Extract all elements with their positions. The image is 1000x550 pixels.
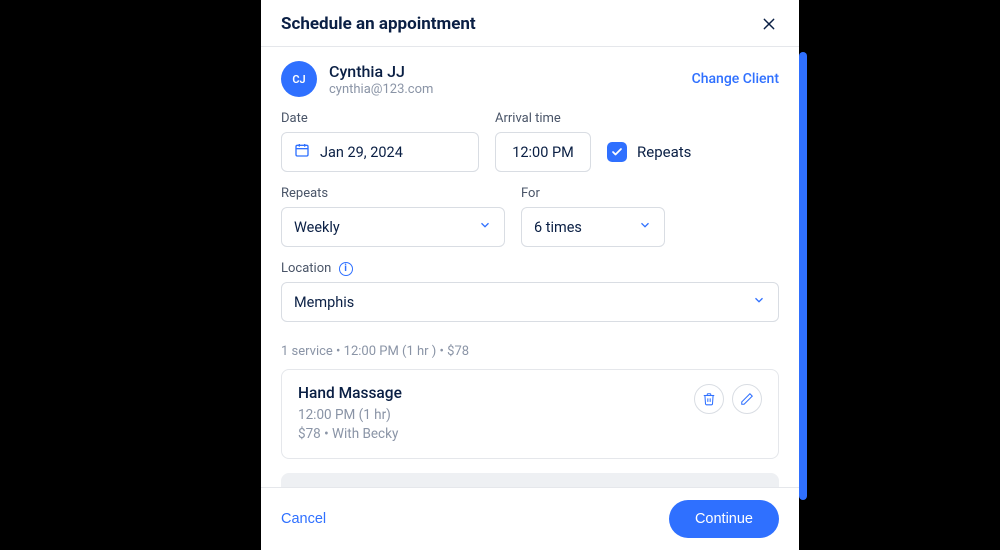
location-field: Location i Memphis [281,261,779,322]
arrival-label: Arrival time [495,111,591,126]
date-arrival-row: Date Jan 29, 2024 Arrival time 12:00 PM [281,111,779,172]
scrollbar[interactable] [799,52,807,500]
arrival-value: 12:00 PM [512,144,574,161]
pencil-icon [740,392,754,406]
service-actions [694,384,762,414]
repeats-for-row: Repeats Weekly For 6 times [281,186,779,247]
service-card: Hand Massage 12:00 PM (1 hr) $78 • With … [281,369,779,459]
location-value: Memphis [294,294,354,311]
client-email: cynthia@123.com [329,82,680,97]
for-label: For [521,186,665,201]
modal-header: Schedule an appointment [261,0,799,47]
service-details: Hand Massage 12:00 PM (1 hr) $78 • With … [298,384,402,444]
info-icon[interactable]: i [339,262,353,276]
service-name: Hand Massage [298,384,402,402]
delete-service-button[interactable] [694,384,724,414]
repeats-value: Weekly [294,219,340,236]
location-label-text: Location [281,261,331,276]
schedule-appointment-modal: Schedule an appointment CJ Cynthia JJ cy… [261,0,799,550]
avatar: CJ [281,61,317,97]
modal-title: Schedule an appointment [281,14,476,34]
modal-footer: Cancel Continue [261,487,799,550]
repeats-checkbox-wrap: Repeats [607,132,691,172]
repeats-select[interactable]: Weekly [281,207,505,247]
date-input[interactable]: Jan 29, 2024 [281,132,479,172]
repeats-label: Repeats [281,186,505,201]
trash-icon [702,392,716,406]
chevron-down-icon [638,218,652,236]
arrival-field: Arrival time 12:00 PM [495,111,591,172]
change-client-link[interactable]: Change Client [692,71,779,87]
repeats-checkbox[interactable] [607,142,627,162]
client-name: Cynthia JJ [329,62,680,81]
calendar-icon [294,142,310,162]
for-field: For 6 times [521,186,665,247]
cancel-button[interactable]: Cancel [281,511,326,527]
client-info: Cynthia JJ cynthia@123.com [329,62,680,97]
client-row: CJ Cynthia JJ cynthia@123.com Change Cli… [281,61,779,97]
service-price-staff: $78 • With Becky [298,425,402,444]
location-label: Location i [281,261,779,276]
continue-button[interactable]: Continue [669,500,779,538]
close-button[interactable] [759,14,779,34]
services-summary: 1 service • 12:00 PM (1 hr ) • $78 [281,344,779,359]
repeats-checkbox-label: Repeats [637,143,691,161]
close-icon [761,16,777,32]
for-select[interactable]: 6 times [521,207,665,247]
location-select[interactable]: Memphis [281,282,779,322]
add-another-service-button[interactable]: Add Another Service [281,473,779,487]
arrival-input[interactable]: 12:00 PM [495,132,591,172]
date-label: Date [281,111,479,126]
chevron-down-icon [478,218,492,236]
edit-service-button[interactable] [732,384,762,414]
date-field: Date Jan 29, 2024 [281,111,479,172]
modal-body: CJ Cynthia JJ cynthia@123.com Change Cli… [261,47,799,487]
for-value: 6 times [534,219,582,236]
service-time: 12:00 PM (1 hr) [298,406,402,425]
date-value: Jan 29, 2024 [320,144,403,161]
add-service-label: Add Another Service [476,486,607,487]
repeats-field: Repeats Weekly [281,186,505,247]
check-icon [611,146,623,158]
chevron-down-icon [752,293,766,311]
